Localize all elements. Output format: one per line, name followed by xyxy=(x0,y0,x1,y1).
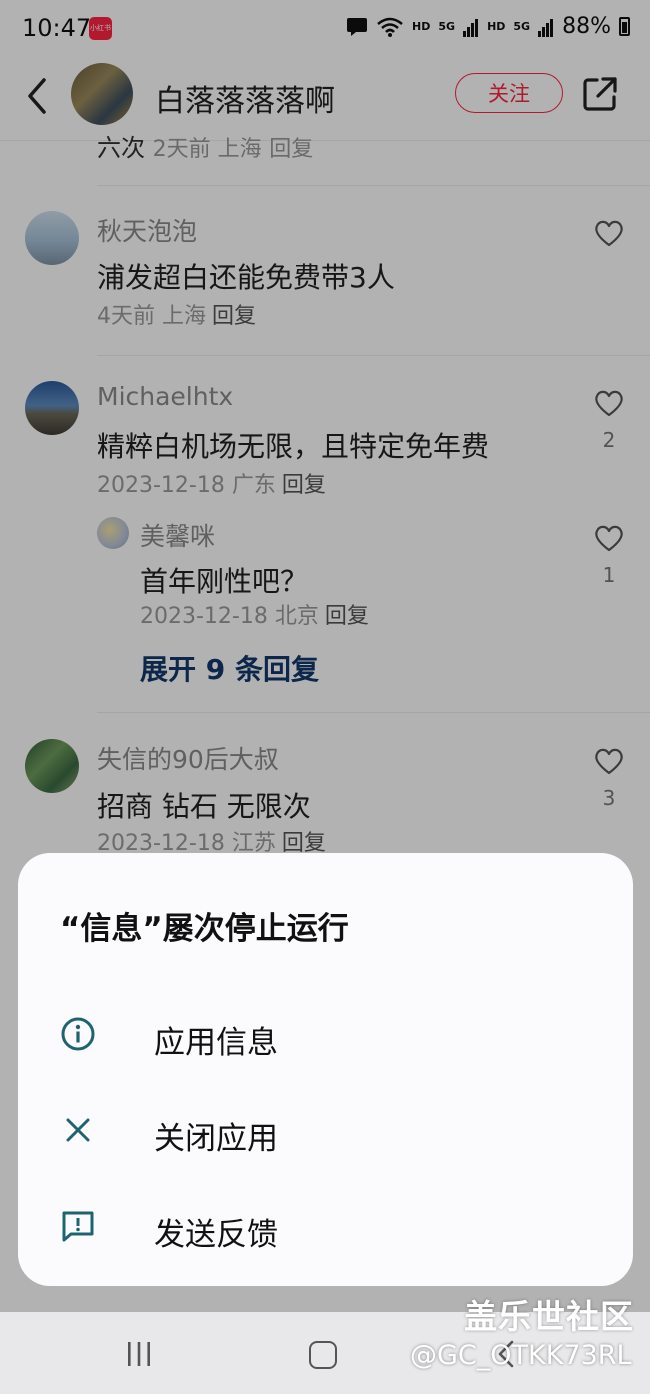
feedback-icon xyxy=(62,1211,94,1242)
close-icon xyxy=(66,1118,90,1142)
home-icon[interactable] xyxy=(309,1341,337,1369)
app-info-label: 应用信息 xyxy=(154,1025,278,1061)
app-crash-dialog: “信息”屡次停止运行 应用信息 关闭应用 发送反馈 xyxy=(18,853,633,1286)
close-app-option[interactable]: 关闭应用 xyxy=(18,1087,633,1177)
app-info-option[interactable]: 应用信息 xyxy=(18,991,633,1081)
close-app-label: 关闭应用 xyxy=(154,1121,278,1157)
recent-apps-icon[interactable] xyxy=(126,1342,152,1366)
send-feedback-label: 发送反馈 xyxy=(154,1217,278,1253)
watermark-logo-text: 盖乐世社区 xyxy=(464,1297,634,1336)
dialog-title: “信息”屡次停止运行 xyxy=(60,911,349,947)
info-icon xyxy=(61,1017,95,1051)
watermark-user-text: @GC_OTKK73RL xyxy=(410,1340,632,1371)
send-feedback-option[interactable]: 发送反馈 xyxy=(18,1183,633,1273)
